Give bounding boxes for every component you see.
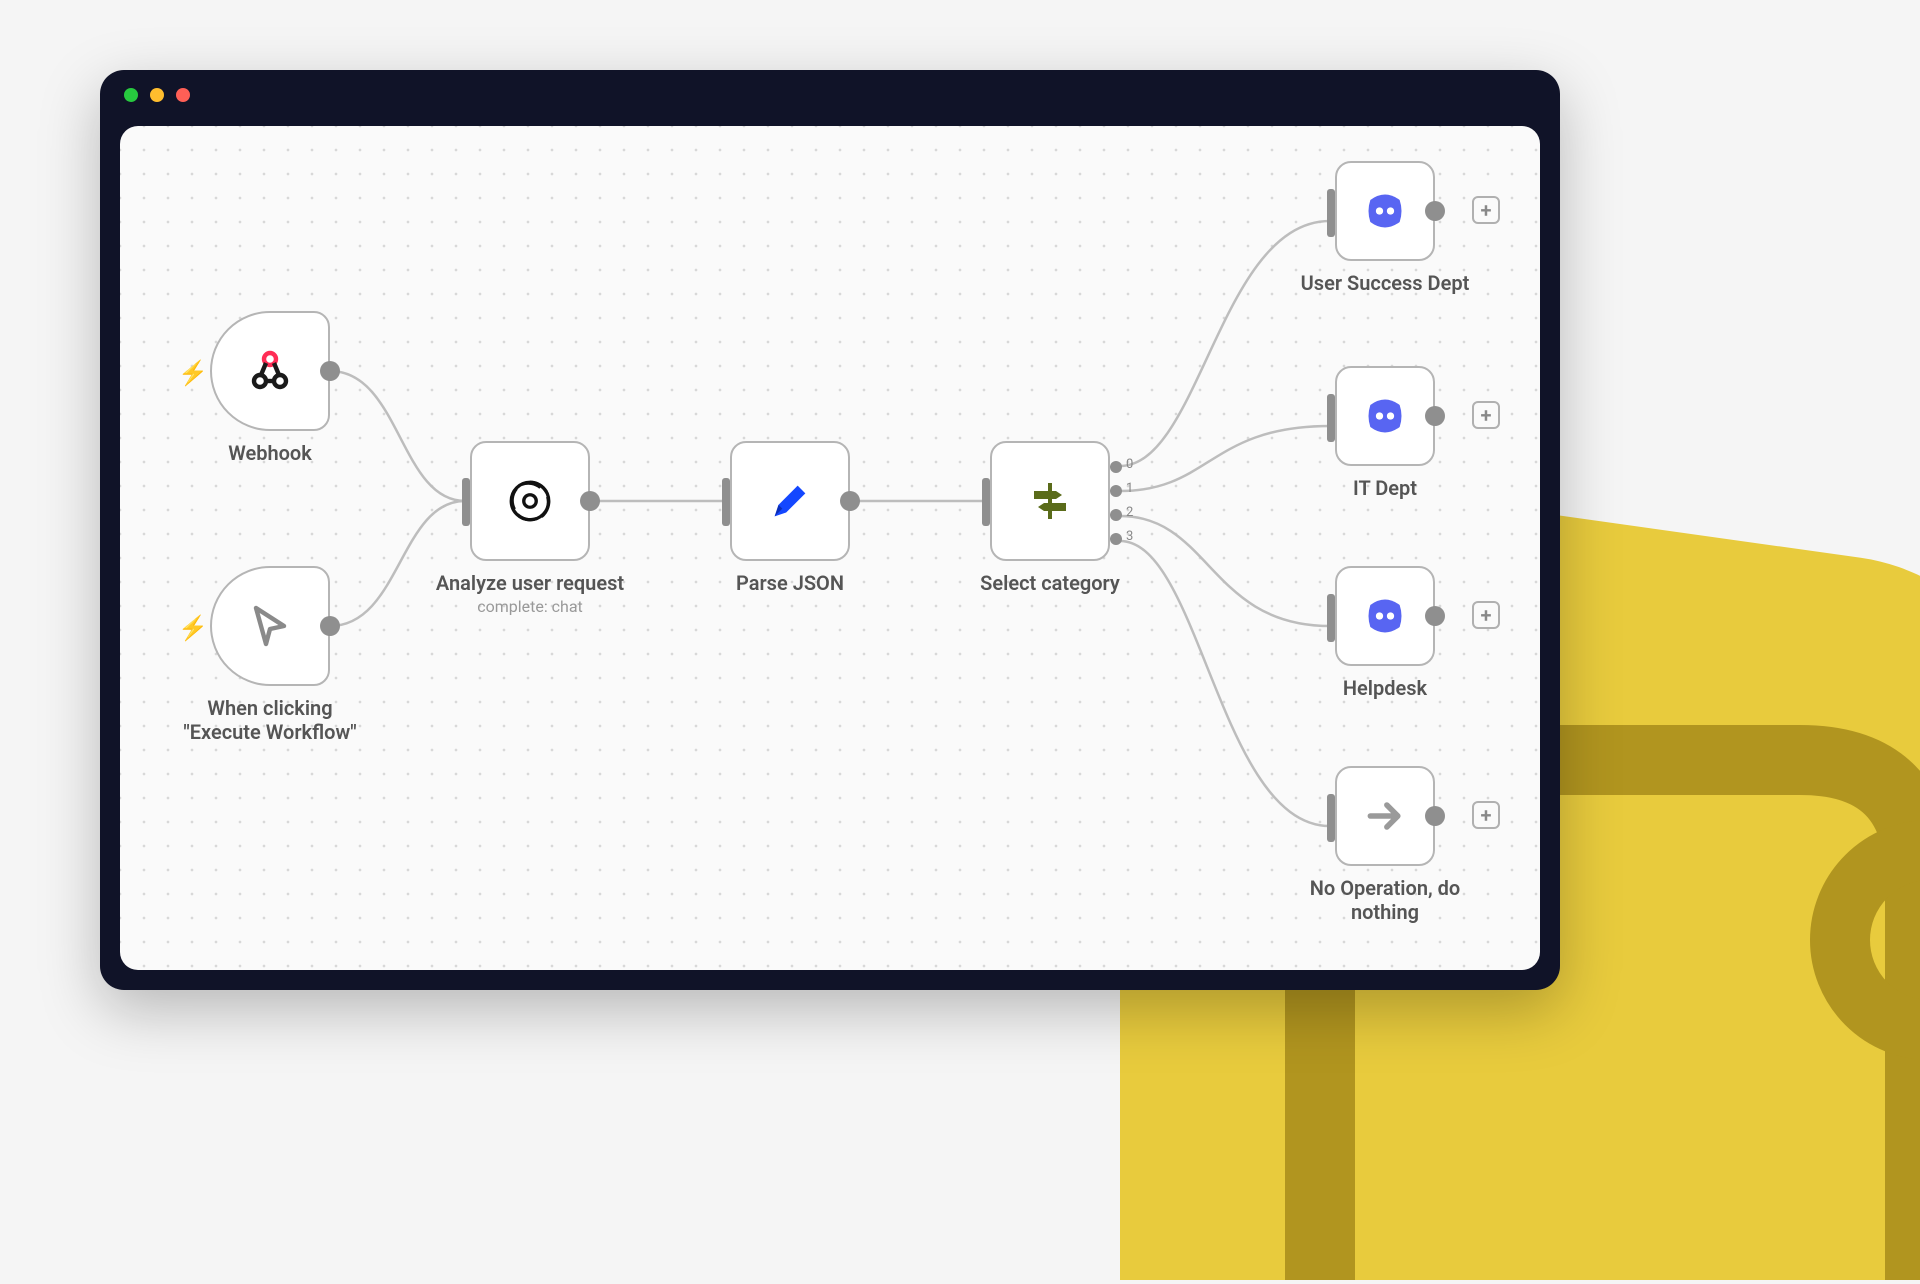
node-label: User Success Dept <box>1285 271 1485 295</box>
openai-icon <box>502 473 558 529</box>
input-port[interactable] <box>1327 794 1335 842</box>
switch-port-0[interactable]: 0 <box>1110 461 1122 473</box>
discord-icon <box>1357 588 1413 644</box>
traffic-min[interactable] <box>150 88 164 102</box>
pencil-icon <box>762 473 818 529</box>
discord-icon <box>1357 388 1413 444</box>
input-port[interactable] <box>982 478 990 526</box>
discord-icon <box>1357 183 1413 239</box>
input-port[interactable] <box>1327 394 1335 442</box>
input-port[interactable] <box>462 478 470 526</box>
arrow-right-icon <box>1357 788 1413 844</box>
add-node-button[interactable]: + <box>1472 401 1500 429</box>
node-label: No Operation, do nothing <box>1285 876 1485 924</box>
output-port[interactable] <box>320 361 340 381</box>
traffic-max[interactable] <box>176 88 190 102</box>
node-label: Parse JSON <box>736 571 844 595</box>
output-port[interactable] <box>1425 606 1445 626</box>
switch-output-ports: 0 1 2 3 <box>1110 461 1122 545</box>
output-port[interactable] <box>320 616 340 636</box>
add-node-button[interactable]: + <box>1472 601 1500 629</box>
node-label: Helpdesk <box>1343 676 1427 700</box>
cursor-icon <box>242 598 298 654</box>
output-port[interactable] <box>1425 406 1445 426</box>
input-port[interactable] <box>722 478 730 526</box>
node-label: When clicking "Execute Workflow" <box>170 696 370 744</box>
output-port[interactable] <box>840 491 860 511</box>
lightning-icon: ⚡ <box>178 614 208 642</box>
switch-port-1[interactable]: 1 <box>1110 485 1122 497</box>
node-label: Webhook <box>228 441 312 465</box>
node-webhook[interactable]: ⚡ Webhook <box>210 311 330 431</box>
add-node-button[interactable]: + <box>1472 196 1500 224</box>
node-helpdesk[interactable]: Helpdesk <box>1335 566 1435 666</box>
output-port[interactable] <box>580 491 600 511</box>
node-user-success[interactable]: User Success Dept <box>1335 161 1435 261</box>
workflow-canvas[interactable]: ⚡ Webhook ⚡ When clicking "Execute Workf… <box>120 126 1540 970</box>
node-label: Analyze user request <box>436 571 624 595</box>
traffic-close[interactable] <box>124 88 138 102</box>
node-it-dept[interactable]: IT Dept <box>1335 366 1435 466</box>
node-label: Select category <box>980 571 1120 595</box>
node-sublabel: complete: chat <box>477 597 583 616</box>
app-window: ⚡ Webhook ⚡ When clicking "Execute Workf… <box>100 70 1560 990</box>
input-port[interactable] <box>1327 189 1335 237</box>
node-analyze[interactable]: Analyze user request complete: chat <box>470 441 590 561</box>
add-node-button[interactable]: + <box>1472 801 1500 829</box>
window-titlebar <box>100 70 1560 120</box>
output-port[interactable] <box>1425 201 1445 221</box>
node-label: IT Dept <box>1353 476 1417 500</box>
node-noop[interactable]: No Operation, do nothing <box>1335 766 1435 866</box>
switch-port-3[interactable]: 3 <box>1110 533 1122 545</box>
input-port[interactable] <box>1327 594 1335 642</box>
lightning-icon: ⚡ <box>178 359 208 387</box>
webhook-icon <box>242 343 298 399</box>
node-parse-json[interactable]: Parse JSON <box>730 441 850 561</box>
output-port[interactable] <box>1425 806 1445 826</box>
switch-port-2[interactable]: 2 <box>1110 509 1122 521</box>
node-manual-trigger[interactable]: ⚡ When clicking "Execute Workflow" <box>210 566 330 686</box>
signpost-icon <box>1022 473 1078 529</box>
node-switch[interactable]: 0 1 2 3 Select category <box>990 441 1110 561</box>
